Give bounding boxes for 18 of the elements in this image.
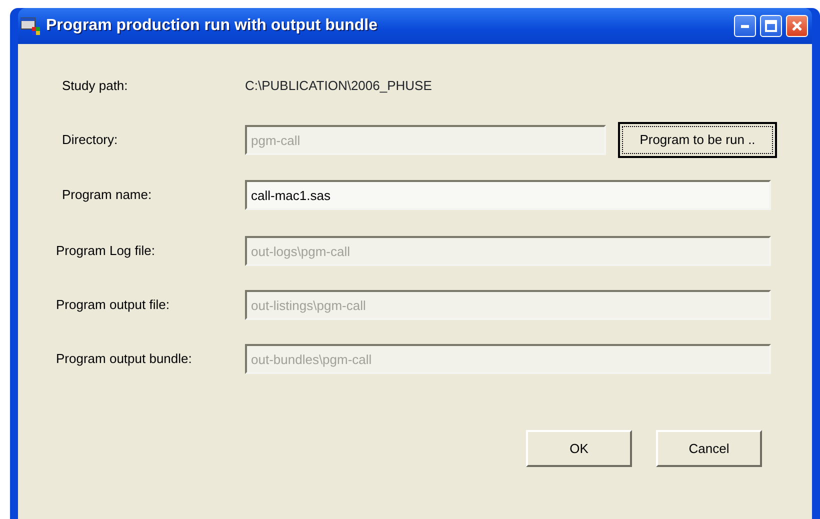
field-label: Program output file:	[56, 296, 170, 314]
field-label: Directory:	[62, 131, 119, 150]
minimize-button[interactable]	[734, 15, 756, 37]
field-label: Study path:	[62, 77, 129, 96]
app-icon	[20, 17, 40, 35]
field-label: Program name:	[62, 186, 153, 204]
field-label: Program Log file:	[56, 242, 156, 260]
window-title: Program production run with output bundle	[46, 16, 378, 36]
cancel-button[interactable]: Cancel	[656, 430, 762, 467]
close-icon	[791, 20, 803, 32]
study-path-value: C:\PUBLICATION\2006_PHUSE	[245, 77, 432, 96]
input-field[interactable]: call-mac1.sas	[245, 180, 771, 210]
maximize-button[interactable]	[760, 15, 782, 37]
field-label: Program output bundle:	[56, 350, 193, 368]
minimize-icon	[741, 24, 749, 28]
close-button[interactable]	[786, 15, 808, 37]
ok-button[interactable]: OK	[526, 430, 632, 467]
maximize-icon	[765, 20, 777, 32]
